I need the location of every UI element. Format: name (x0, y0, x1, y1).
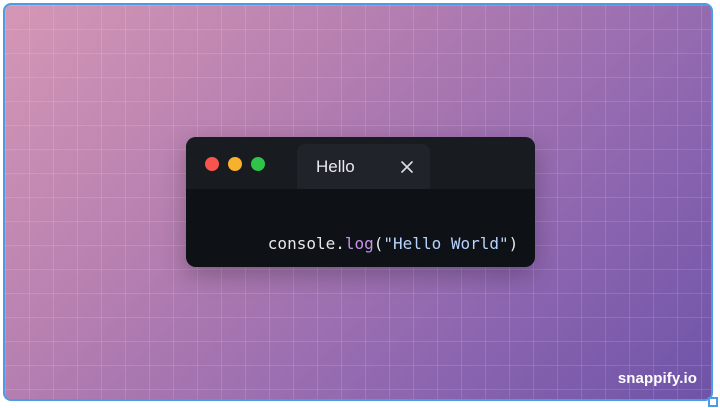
window-titlebar: Hello (186, 137, 535, 189)
code-token-close-paren: ) (508, 234, 519, 253)
window-maximize-control[interactable] (251, 157, 265, 171)
code-window: Hello console.log("Hello World") (186, 137, 535, 267)
canvas-frame: Hello console.log("Hello World") snappif… (3, 3, 713, 401)
window-minimize-control[interactable] (228, 157, 242, 171)
tab-label: Hello (316, 157, 355, 176)
window-controls (205, 157, 265, 171)
close-icon[interactable] (400, 160, 414, 174)
window-close-control[interactable] (205, 157, 219, 171)
editor-tab-hello[interactable]: Hello (297, 144, 430, 189)
code-line: console.log("Hello World") (210, 220, 518, 267)
code-token-console: console. (267, 234, 345, 253)
code-token-string: "Hello World" (383, 234, 509, 253)
brand-watermark: snappify.io (617, 370, 697, 387)
code-token-open-paren: ( (373, 234, 384, 253)
code-token-log: log (344, 234, 374, 253)
resize-handle[interactable] (708, 397, 718, 407)
